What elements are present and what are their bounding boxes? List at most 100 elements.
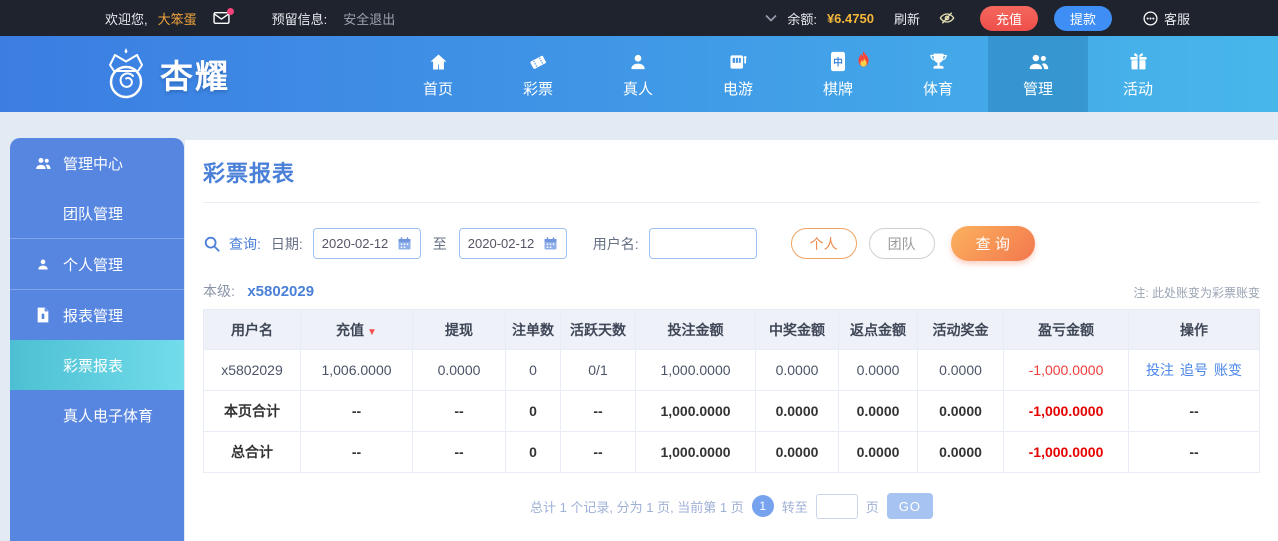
cell-active-days: -- <box>560 431 636 473</box>
ticket-icon <box>527 50 549 72</box>
slot-machine-icon <box>727 50 749 72</box>
cell-win-amount: 0.0000 <box>755 431 839 473</box>
col-rebate-amount: 返点金额 <box>838 309 918 350</box>
sidebar-item-report-management[interactable]: 报表管理 <box>10 290 184 340</box>
pagination-summary: 总计 1 个记录, 分为 1 页, 当前第 1 页 <box>529 499 744 515</box>
cell-rebate-amount: 0.0000 <box>838 431 918 473</box>
calendar-icon <box>397 236 412 251</box>
welcome-text: 欢迎您, <box>105 11 148 27</box>
nav-menu: 首页 彩票 真人 电游 中 棋牌 体育 管理 活动 <box>388 36 1188 112</box>
date-to-input[interactable]: 2020-02-12 <box>458 228 567 259</box>
col-actions: 操作 <box>1128 309 1260 350</box>
brand-logo[interactable]: 杏耀 <box>100 46 230 102</box>
nav-item-egames[interactable]: 电游 <box>688 36 788 112</box>
table-header-row: 用户名 充值 ▼ 提现 注单数 活跃天数 投注金额 中奖金额 返点金额 活动奖金 … <box>203 309 1260 350</box>
nav-item-management[interactable]: 管理 <box>988 36 1088 112</box>
main-panel: 彩票报表 查询: 日期: 2020-02-12 至 2020-02-12 用户名… <box>185 140 1278 541</box>
personal-toggle-button[interactable]: 个人 <box>790 228 857 259</box>
sidebar-item-label: 彩票报表 <box>63 357 124 375</box>
screen: 欢迎您, 大笨蛋 预留信息: 安全退出 余额: ¥6.4750 刷新 充值 提款… <box>0 0 1278 541</box>
go-button[interactable]: GO <box>886 493 934 519</box>
cell-deposit: 1,006.0000 <box>300 349 413 391</box>
search-bar: 查询: 日期: 2020-02-12 至 2020-02-12 用户名: 个人 … <box>203 226 1260 261</box>
username: 大笨蛋 <box>157 11 197 27</box>
cell-active-days: -- <box>560 390 636 432</box>
cell-pnl: -1,000.0000 <box>1003 349 1129 391</box>
cell-pnl: -1,000.0000 <box>1003 431 1129 473</box>
calendar-icon <box>543 236 558 251</box>
person-icon <box>628 50 648 72</box>
sidebar-item-label: 报表管理 <box>63 307 124 325</box>
mail-icon[interactable] <box>212 8 234 25</box>
nav-item-boardgames[interactable]: 中 棋牌 <box>788 36 888 112</box>
cell-bet-count: 0 <box>505 431 561 473</box>
col-withdraw: 提现 <box>412 309 506 350</box>
level-user-link[interactable]: x5802029 <box>247 283 314 300</box>
sidebar-item-live-esports[interactable]: 真人电子体育 <box>10 390 184 440</box>
team-toggle-button[interactable]: 团队 <box>868 228 935 259</box>
sidebar-item-personal-management[interactable]: 个人管理 <box>10 239 184 289</box>
cell-deposit: -- <box>300 431 413 473</box>
cell-withdraw: -- <box>412 431 506 473</box>
users-icon <box>34 156 52 171</box>
sidebar-group-management-center: 管理中心 团队管理 <box>10 138 184 238</box>
page-title: 彩票报表 <box>203 161 296 186</box>
bets-link[interactable]: 投注 <box>1146 362 1174 378</box>
cell-actions: -- <box>1128 390 1260 432</box>
nav-item-promotions[interactable]: 活动 <box>1088 36 1188 112</box>
nav-item-label: 真人 <box>622 80 653 98</box>
sidebar-item-label: 管理中心 <box>63 155 124 173</box>
col-pnl-amount: 盈亏金额 <box>1003 309 1129 350</box>
username-input[interactable] <box>648 228 757 259</box>
cell-actions: 投注 追号 账变 <box>1128 349 1260 391</box>
topbar: 欢迎您, 大笨蛋 预留信息: 安全退出 余额: ¥6.4750 刷新 充值 提款… <box>0 0 1278 36</box>
cell-activity-bonus: 0.0000 <box>917 349 1004 391</box>
to-label: 至 <box>432 235 447 252</box>
cell-bet-amount: 1,000.0000 <box>635 349 756 391</box>
chevron-down-icon[interactable] <box>765 14 777 22</box>
gift-icon <box>1128 50 1149 72</box>
sidebar-item-team-management[interactable]: 团队管理 <box>10 188 184 238</box>
goto-page-input[interactable] <box>815 493 858 519</box>
fire-icon <box>855 50 872 73</box>
date-from-value: 2020-02-12 <box>321 236 389 251</box>
cell-activity-bonus: 0.0000 <box>917 431 1004 473</box>
table-row-grand-total: 总合计 -- -- 0 -- 1,000.0000 0.0000 0.0000 … <box>203 431 1260 473</box>
date-label: 日期: <box>270 235 303 252</box>
nav-item-home[interactable]: 首页 <box>388 36 488 112</box>
customer-service-button[interactable]: 客服 <box>1142 9 1190 28</box>
search-button[interactable]: 查 询 <box>950 226 1035 261</box>
nav-item-lottery[interactable]: 彩票 <box>488 36 588 112</box>
user-icon <box>34 257 52 272</box>
refresh-button[interactable]: 刷新 <box>894 9 920 28</box>
brand-name: 杏耀 <box>160 58 230 95</box>
sidebar-group-reports: 报表管理 彩票报表 真人电子体育 <box>10 289 184 440</box>
cell-bet-count: 0 <box>505 349 561 391</box>
balance-value: ¥6.4750 <box>826 10 874 26</box>
home-icon <box>428 50 449 72</box>
people-icon <box>1027 50 1050 72</box>
page-number-button[interactable]: 1 <box>751 495 774 517</box>
account-change-link[interactable]: 账变 <box>1214 362 1242 378</box>
deposit-button[interactable]: 充值 <box>979 5 1038 31</box>
nav-item-sports[interactable]: 体育 <box>888 36 988 112</box>
nav-item-label: 电游 <box>722 80 753 98</box>
nav-item-live[interactable]: 真人 <box>588 36 688 112</box>
date-from-input[interactable]: 2020-02-12 <box>312 228 421 259</box>
mahjong-tile-icon: 中 <box>830 50 846 72</box>
title-divider <box>203 202 1260 203</box>
sort-desc-icon: ▼ <box>367 326 377 338</box>
col-win-amount: 中奖金额 <box>755 309 839 350</box>
col-bet-count: 注单数 <box>505 309 561 350</box>
logout-link[interactable]: 安全退出 <box>343 9 395 28</box>
cell-win-amount: 0.0000 <box>755 390 839 432</box>
col-deposit-sortable[interactable]: 充值 ▼ <box>300 309 413 350</box>
search-icon <box>203 235 221 253</box>
col-bet-amount: 投注金额 <box>635 309 756 350</box>
sidebar-item-management-center[interactable]: 管理中心 <box>10 138 184 188</box>
sidebar-item-lottery-report[interactable]: 彩票报表 <box>10 340 184 390</box>
withdraw-button[interactable]: 提款 <box>1053 5 1112 31</box>
eye-hide-icon[interactable] <box>938 10 956 26</box>
cell-username: x5802029 <box>203 349 301 391</box>
chase-link[interactable]: 追号 <box>1180 362 1208 378</box>
